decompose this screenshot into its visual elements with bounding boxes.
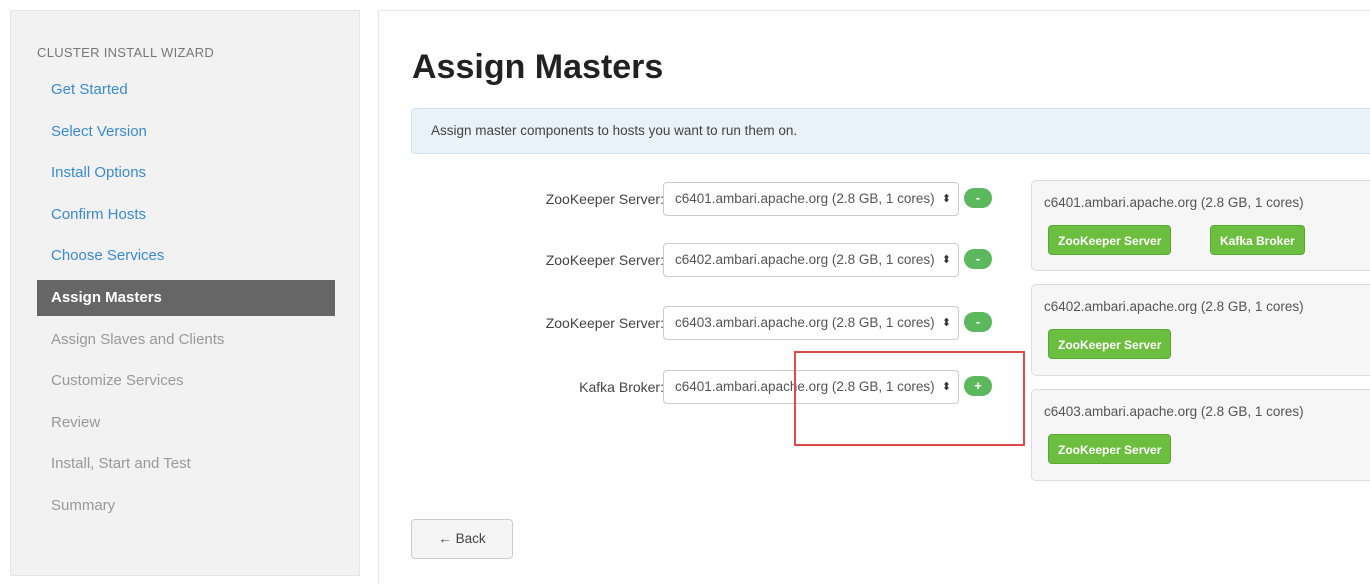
component-label: ZooKeeper Server:	[545, 191, 664, 207]
host-name: c6402.ambari.apache.org (2.8 GB, 1 cores…	[1044, 299, 1304, 314]
component-label: ZooKeeper Server:	[545, 315, 664, 331]
step-install-options[interactable]: Install Options	[37, 152, 335, 194]
host-select-value: c6402.ambari.apache.org (2.8 GB, 1 cores…	[675, 252, 935, 267]
step-select-version[interactable]: Select Version	[37, 111, 335, 153]
step-summary: Summary	[51, 496, 116, 514]
host-card: c6403.ambari.apache.org (2.8 GB, 1 cores…	[1031, 389, 1370, 481]
step-get-started[interactable]: Get Started	[37, 69, 335, 111]
component-badge: Kafka Broker	[1210, 225, 1305, 255]
step-confirm-hosts[interactable]: Confirm Hosts	[37, 194, 335, 236]
select-arrows-icon: ⬍	[938, 244, 951, 276]
component-label: ZooKeeper Server:	[545, 252, 664, 268]
step-review: Review	[51, 413, 101, 431]
component-badge: ZooKeeper Server	[1048, 329, 1172, 359]
wizard-sidebar: CLUSTER INSTALL WIZARD Get Started Selec…	[10, 10, 360, 576]
host-card: c6402.ambari.apache.org (2.8 GB, 1 cores…	[1031, 284, 1370, 376]
host-name: c6401.ambari.apache.org (2.8 GB, 1 cores…	[1044, 195, 1304, 210]
back-button[interactable]: ← Back	[411, 519, 513, 559]
step-assign-masters[interactable]: Assign Masters	[37, 279, 335, 316]
host-select[interactable]: c6403.ambari.apache.org (2.8 GB, 1 cores…	[663, 306, 959, 340]
assignment-row: ZooKeeper Server: c6401.ambari.apache.or…	[412, 182, 1002, 216]
host-select[interactable]: c6401.ambari.apache.org (2.8 GB, 1 cores…	[663, 182, 959, 216]
select-arrows-icon: ⬍	[938, 183, 951, 215]
annotation-highlight-box	[794, 351, 1025, 446]
step-assign-slaves: Assign Slaves and Clients	[51, 330, 225, 348]
sidebar-title: CLUSTER INSTALL WIZARD	[37, 45, 215, 60]
assignment-row: ZooKeeper Server: c6402.ambari.apache.or…	[412, 243, 1002, 277]
step-install-start-test: Install, Start and Test	[51, 455, 191, 473]
host-select-value: c6403.ambari.apache.org (2.8 GB, 1 cores…	[675, 315, 935, 330]
page-title: Assign Masters	[412, 48, 664, 86]
step-customize-services: Customize Services	[51, 372, 184, 390]
component-badge: ZooKeeper Server	[1048, 225, 1172, 255]
step-choose-services[interactable]: Choose Services	[37, 235, 335, 277]
host-select[interactable]: c6402.ambari.apache.org (2.8 GB, 1 cores…	[663, 243, 959, 277]
remove-component-button[interactable]: -	[964, 188, 992, 208]
component-label: Kafka Broker:	[579, 379, 664, 395]
wizard-steps: Get Started Select Version Install Optio…	[37, 69, 335, 527]
assignment-row: ZooKeeper Server: c6403.ambari.apache.or…	[412, 306, 1002, 340]
host-card: c6401.ambari.apache.org (2.8 GB, 1 cores…	[1031, 180, 1370, 271]
remove-component-button[interactable]: -	[964, 249, 992, 269]
remove-component-button[interactable]: -	[964, 312, 992, 332]
component-badge: ZooKeeper Server	[1048, 434, 1172, 464]
host-select-value: c6401.ambari.apache.org (2.8 GB, 1 cores…	[675, 191, 935, 206]
info-alert: Assign master components to hosts you wa…	[411, 108, 1370, 154]
select-arrows-icon: ⬍	[938, 307, 951, 339]
host-name: c6403.ambari.apache.org (2.8 GB, 1 cores…	[1044, 404, 1304, 419]
